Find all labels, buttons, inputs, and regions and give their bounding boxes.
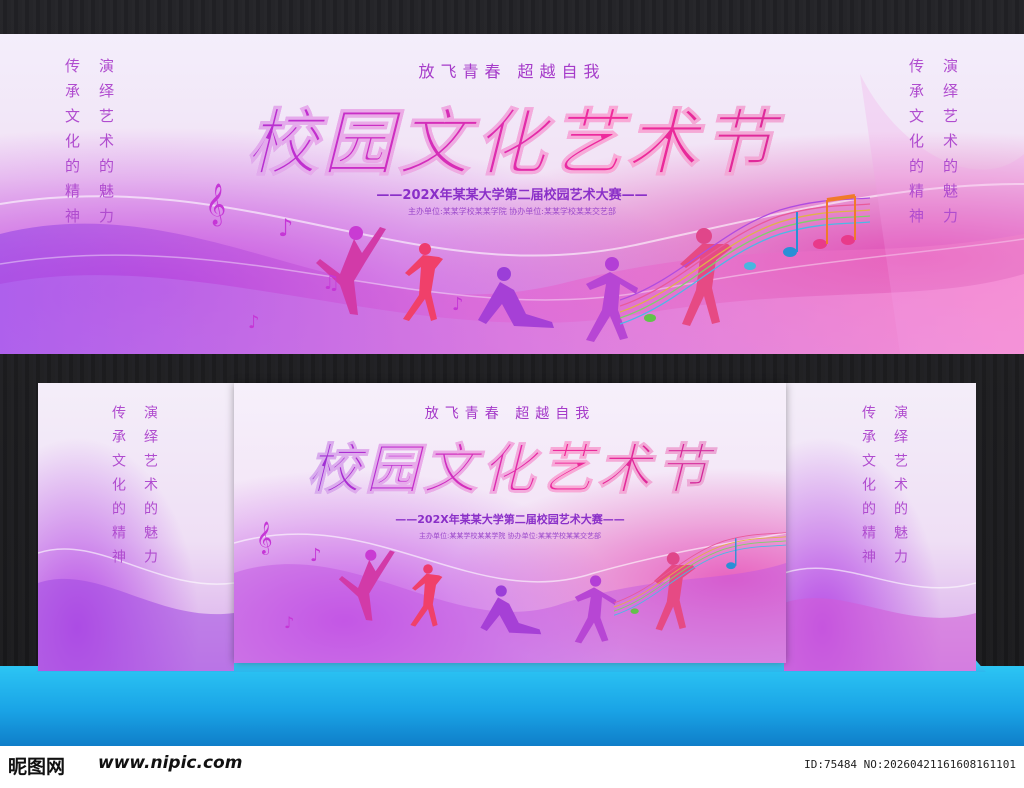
right-panel-vertical-text-2: 演绎艺术的魅力 [892,405,908,573]
dancer-jump-silhouette [403,243,443,321]
wave-decoration [38,548,234,671]
watermark-footer: 昵图网 www.nipic.com ID:75484 NO:2026042116… [0,746,1024,788]
dancer-hiphop-silhouette [574,575,617,644]
treble-clef-icon: 𝄞 [256,521,273,554]
right-vertical-text-2: 演绎艺术的魅力 [941,58,959,233]
dancer-kneel-silhouette [480,585,542,635]
right-panel-vertical-text-1: 传承文化的精神 [860,405,876,573]
top-banner: 放飞青春 超越自我 校园文化艺术节 ——202X年某某大学第二届校园艺术大赛——… [0,34,1024,354]
left-vertical-text-1: 传承文化的精神 [63,58,81,233]
treble-clef-icon: 𝄞 [205,184,227,225]
music-note-icon: ♪ [310,545,322,566]
dancer-jump-silhouette [410,564,443,627]
slogan: 放飞青春 超越自我 [418,62,606,81]
stage-left-panel: 传承文化的精神 演绎艺术的魅力 [38,383,234,671]
center-main-title: 校园文化艺术节 [234,425,786,504]
site-logo[interactable]: 昵图网 [8,752,65,779]
site-url-link[interactable]: www.nipic.com [98,753,242,773]
music-staff-decoration [620,194,870,325]
dancer-leap-silhouette [338,549,395,621]
left-panel-vertical-text-1: 传承文化的精神 [110,405,126,573]
stage-center-panel: 放飞青春 超越自我 校园文化艺术节 ——202X年某某大学第二届校园艺术大赛——… [234,383,786,663]
music-note-icon: ♪ [248,312,260,333]
subtitle: ——202X年某某大学第二届校园艺术大赛—— [376,188,648,203]
music-note-icon: ♪ [284,613,295,632]
music-note-icon: ♪ [452,294,464,315]
image-id-text: ID:75484 NO:20260421161608161101 [804,758,1016,771]
music-staff-decoration [614,532,786,616]
main-title: 校园文化艺术节 [0,84,1024,189]
music-note-icon: ♪ [278,214,294,242]
wave-decoration [784,567,976,671]
left-panel-vertical-text-2: 演绎艺术的魅力 [142,405,158,573]
left-vertical-text-2: 演绎艺术的魅力 [97,58,115,233]
center-slogan: 放飞青春 超越自我 [424,406,596,422]
dancer-kneel-silhouette [478,267,554,328]
music-note-icon: ♫ [322,270,340,294]
organizer-line: 主办单位:某某学校某某学院 协办单位:某某学校某某交艺部 [408,207,616,216]
right-vertical-text-1: 传承文化的精神 [907,58,925,233]
stage-floor [0,666,1024,746]
stage-right-panel: 传承文化的精神 演绎艺术的魅力 [784,383,976,671]
